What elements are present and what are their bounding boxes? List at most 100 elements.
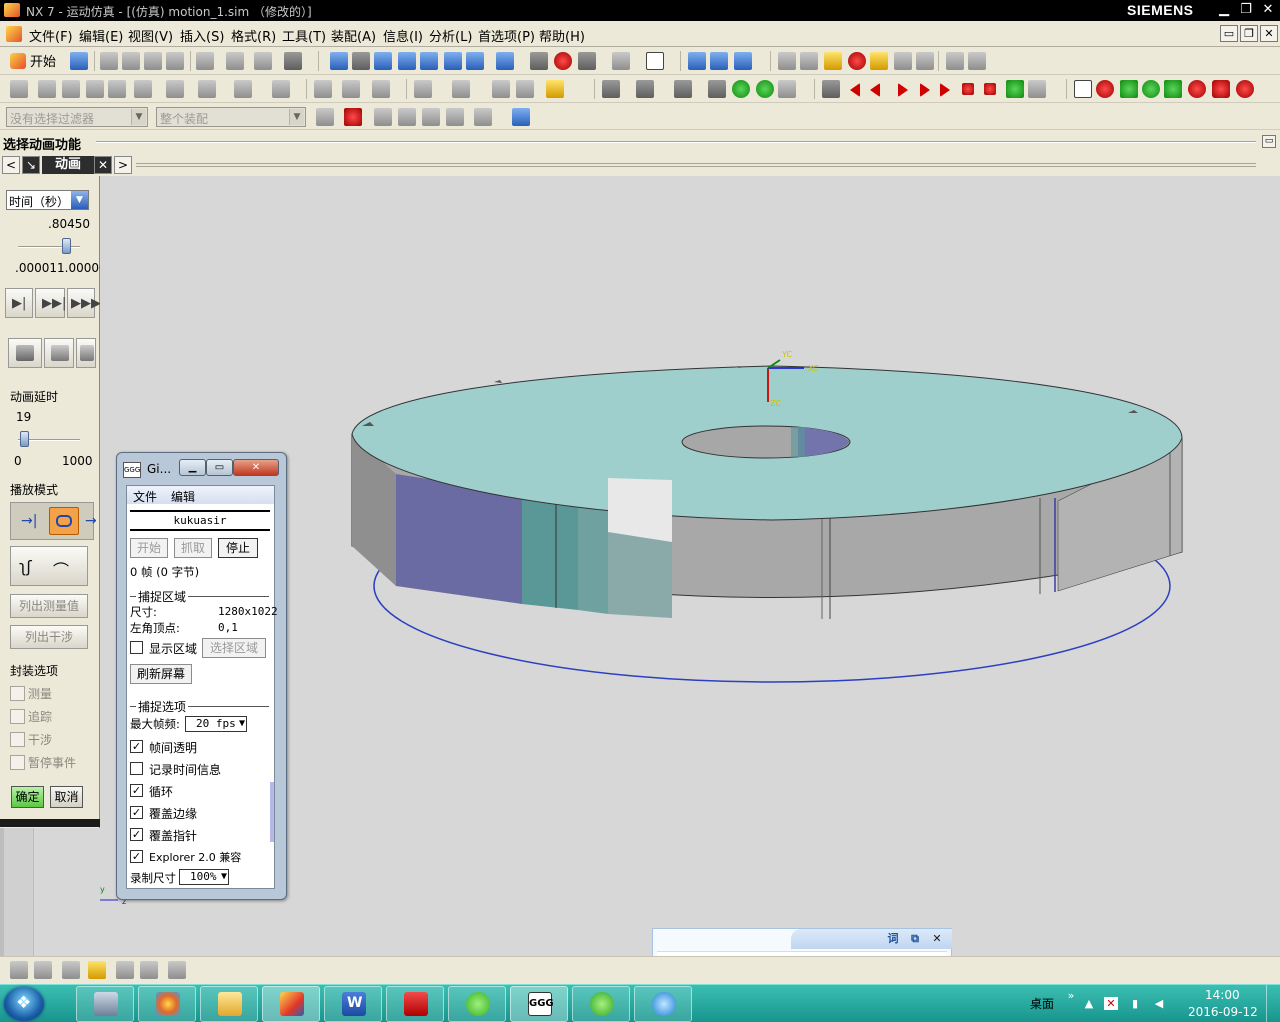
snap-icon-7[interactable]: [916, 52, 934, 70]
mdi-minimize-button[interactable]: ▭: [1220, 25, 1238, 42]
light-icon[interactable]: [578, 52, 596, 70]
assembly-icon-6[interactable]: [140, 961, 158, 979]
measure-distance-icon[interactable]: [946, 52, 964, 70]
explorer-compat-checkbox[interactable]: ✓ Explorer 2.0 兼容: [130, 849, 241, 865]
select-area-button[interactable]: 选择区域: [202, 638, 266, 658]
pause-icon[interactable]: [962, 83, 974, 95]
loop-icon[interactable]: [49, 507, 79, 535]
snap-point-icon[interactable]: [344, 108, 362, 126]
assembly-icon-2[interactable]: [34, 961, 52, 979]
menu-tools[interactable]: 工具(T): [282, 26, 326, 45]
type-filter-select[interactable]: 没有选择过滤器 ▼: [6, 107, 148, 127]
restore-button[interactable]: ❐: [1236, 2, 1256, 18]
export-icon[interactable]: [708, 80, 726, 98]
step-back-button[interactable]: ▶|: [5, 288, 33, 318]
rectangle-select-icon[interactable]: [474, 108, 492, 126]
pan-icon[interactable]: [444, 52, 462, 70]
taskbar-explorer[interactable]: [200, 986, 258, 1022]
pin-icon[interactable]: ↘: [22, 156, 40, 174]
zoom-in-icon[interactable]: [398, 52, 416, 70]
general-selection-icon[interactable]: [316, 108, 334, 126]
gif-start-button[interactable]: 开始: [130, 538, 168, 558]
menu-assembly[interactable]: 装配(A): [331, 26, 376, 45]
network-icon[interactable]: ▮: [1128, 997, 1142, 1010]
snap-icon-6[interactable]: [894, 52, 912, 70]
gif-close-button[interactable]: ✕: [233, 459, 279, 476]
snap-icon-1[interactable]: [778, 52, 796, 70]
battery-icon[interactable]: [1212, 80, 1230, 98]
list-interference-button[interactable]: 列出干涉: [10, 625, 88, 649]
nav-prev-button[interactable]: <: [2, 156, 20, 174]
explode-button[interactable]: [76, 338, 96, 368]
touch-mode-icon[interactable]: [284, 52, 302, 70]
zoom-window-icon[interactable]: [374, 52, 392, 70]
wcs-origin-icon[interactable]: [710, 52, 728, 70]
transparent-frames-checkbox[interactable]: ✓ 帧间透明: [130, 739, 197, 756]
wcs-rotate-icon[interactable]: [734, 52, 752, 70]
ime-copy-button[interactable]: ⧉: [907, 932, 923, 946]
fast-forward-icon[interactable]: [940, 83, 950, 97]
expand-toolbar-icon[interactable]: »: [1064, 989, 1078, 1002]
menu-format[interactable]: 格式(R): [231, 26, 276, 45]
snap-icon-4[interactable]: [848, 52, 866, 70]
chain-icon[interactable]: [398, 108, 416, 126]
time-unit-select[interactable]: 时间（秒） ▼: [6, 190, 89, 210]
menu-help[interactable]: 帮助(H): [539, 26, 585, 45]
menu-edit[interactable]: 编辑(E): [79, 26, 123, 45]
taskbar-nx[interactable]: [262, 986, 320, 1022]
gif-minimize-button[interactable]: ▁: [179, 459, 206, 476]
reverse-loop-icon[interactable]: →: [85, 513, 97, 529]
taskbar-paint[interactable]: [138, 986, 196, 1022]
menu-preferences[interactable]: 首选项(P): [478, 26, 535, 45]
cover-pointer-checkbox[interactable]: ✓ 覆盖指针: [130, 827, 197, 844]
taskbar-ie[interactable]: [634, 986, 692, 1022]
delete-icon[interactable]: [166, 52, 184, 70]
play-button[interactable]: ▶▶▶: [67, 288, 101, 318]
assembly-icon-1[interactable]: [10, 961, 28, 979]
cover-edges-checkbox[interactable]: ✓ 覆盖边缘: [130, 805, 197, 822]
play-icon[interactable]: [898, 83, 908, 97]
clipping-icon[interactable]: [554, 52, 572, 70]
wcs-dynamics-icon[interactable]: [688, 52, 706, 70]
mechanism-icon[interactable]: ⌒: [53, 557, 69, 581]
edit-section-icon[interactable]: [530, 52, 548, 70]
tab-animation[interactable]: 动画: [42, 156, 94, 174]
taskbar-360-browser[interactable]: [572, 986, 630, 1022]
solution-icon[interactable]: [636, 80, 654, 98]
forward-icon[interactable]: [756, 80, 774, 98]
repeat-icon[interactable]: [226, 52, 244, 70]
show-hidden-icons[interactable]: ▲: [1082, 997, 1096, 1010]
belt-icon[interactable]: [516, 80, 534, 98]
torque-icon[interactable]: [234, 80, 252, 98]
mdi-close-button[interactable]: ✕: [1260, 25, 1278, 42]
redo-icon[interactable]: [254, 52, 272, 70]
fit-icon[interactable]: [330, 52, 348, 70]
windows-start-icon[interactable]: [4, 987, 44, 1021]
cable-icon[interactable]: [372, 80, 390, 98]
desktop-toolbar-label[interactable]: 桌面: [1030, 995, 1054, 1012]
snap-icon-2[interactable]: [800, 52, 818, 70]
close-button[interactable]: ✕: [1258, 2, 1278, 18]
minimize-button[interactable]: ▁: [1214, 2, 1234, 18]
menu-view[interactable]: 视图(V): [128, 26, 173, 45]
step-forward-button[interactable]: ▶▶|: [35, 288, 66, 318]
copy-icon[interactable]: [122, 52, 140, 70]
ok-button[interactable]: 确定: [11, 786, 44, 808]
environment-icon[interactable]: [674, 80, 692, 98]
flag-icon[interactable]: [1028, 80, 1046, 98]
ime-word-button[interactable]: 词: [885, 932, 901, 946]
time-slider-thumb[interactable]: [62, 238, 71, 254]
connect-icon[interactable]: [422, 108, 440, 126]
feature-icon[interactable]: [446, 108, 464, 126]
zoom-icon[interactable]: [352, 52, 370, 70]
driver-icon[interactable]: [414, 80, 432, 98]
taskbar-word[interactable]: W: [324, 986, 382, 1022]
sensor-icon[interactable]: [342, 80, 360, 98]
constraint-icon[interactable]: [314, 80, 332, 98]
force-icon[interactable]: [198, 80, 216, 98]
menu-insert[interactable]: 插入(S): [180, 26, 224, 45]
cancel-button[interactable]: 取消: [50, 786, 83, 808]
ring-icon[interactable]: [1142, 80, 1160, 98]
trace-button[interactable]: [44, 338, 74, 368]
snap-icon-5[interactable]: [870, 52, 888, 70]
